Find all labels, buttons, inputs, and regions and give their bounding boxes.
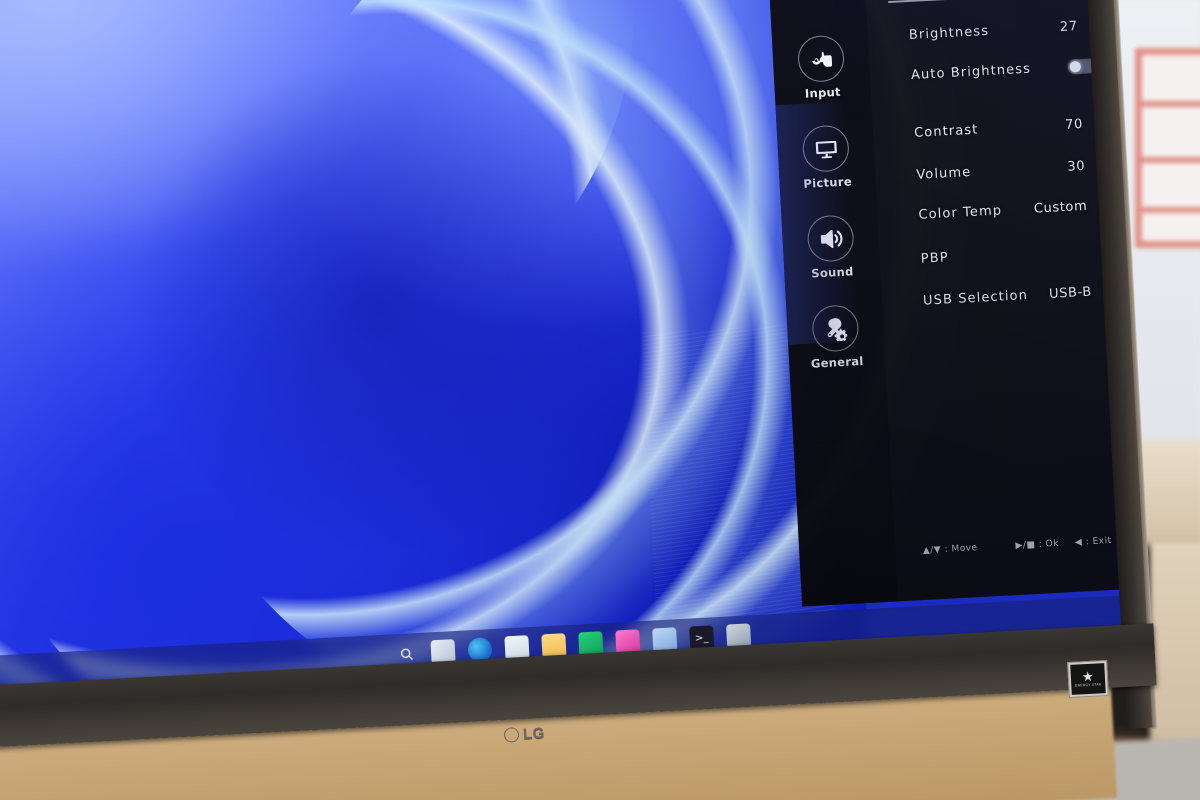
- osd-row-label: USB Selection: [922, 287, 1029, 309]
- sidebar-item-picture[interactable]: Picture: [777, 123, 876, 192]
- window-frame: [1135, 48, 1200, 248]
- desktop-wallpaper: [0, 0, 1029, 697]
- energy-star-glyph: ★: [1081, 669, 1095, 685]
- window-mullion: [1142, 207, 1200, 213]
- screenshot-stage: >_ Quick Settings: [0, 0, 1200, 800]
- wrench-gear-icon: [811, 304, 860, 353]
- osd-row-label: Brightness: [908, 23, 990, 43]
- lg-logo: LG: [503, 720, 574, 746]
- energy-star-text: ENERGY STAR: [1075, 681, 1102, 688]
- osd-row-value: 27: [1059, 18, 1079, 35]
- osd-row-value: 30: [1066, 158, 1086, 175]
- osd-row-label: Color Temp: [918, 202, 1003, 223]
- monitor-icon: [801, 124, 851, 173]
- osd-row-value: USB-B: [1048, 284, 1093, 302]
- sidebar-item-label: Sound: [810, 264, 854, 281]
- sidebar-item-input[interactable]: Input: [772, 33, 871, 102]
- osd-row-label: Contrast: [913, 121, 979, 141]
- speaker-icon: [806, 214, 855, 263]
- osd-hint-bar: ▲/▼ : Move ▶/■ : Ok ◀ : Exit: [895, 527, 1140, 566]
- sidebar-item-label: Input: [804, 84, 842, 101]
- divider-bottom: [888, 0, 1120, 4]
- sidebar-item-sound[interactable]: Sound: [781, 213, 880, 282]
- osd-row-label: PBP: [920, 249, 950, 267]
- osd-row-usb-selection[interactable]: USB Selection USB-B ›: [881, 271, 1127, 322]
- monitor-screen: >_ Quick Settings: [0, 0, 1141, 697]
- osd-menu[interactable]: Quick Settings Input: [764, 0, 1141, 607]
- plug-icon: [796, 34, 846, 83]
- lg-logo-text: LG: [522, 724, 546, 743]
- osd-row-label: Auto Brightness: [910, 61, 1032, 83]
- energy-star-sticker: ★ ENERGY STAR: [1067, 659, 1109, 699]
- hint-ok: ▶/■ : Ok: [1015, 538, 1060, 552]
- toggle-knob: [1069, 60, 1082, 73]
- osd-row-value: Custom: [1033, 198, 1088, 217]
- sidebar-item-general[interactable]: General: [786, 303, 885, 372]
- sidebar-item-label: General: [810, 353, 864, 371]
- osd-row-value: 70: [1064, 116, 1084, 133]
- lg-logo-ring: [503, 726, 520, 743]
- hint-move: ▲/▼ : Move: [922, 543, 978, 557]
- hint-exit: ◀ : Exit: [1074, 535, 1112, 548]
- osd-row-label: Volume: [915, 164, 972, 183]
- sidebar-item-label: Picture: [803, 174, 853, 191]
- wallpaper-shadow: [106, 33, 654, 581]
